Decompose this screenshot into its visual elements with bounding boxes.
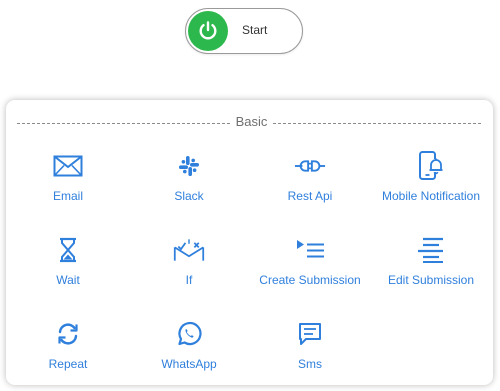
list-play-icon <box>294 234 326 266</box>
mobile-bell-icon <box>415 150 447 182</box>
tool-label: Rest Api <box>287 189 333 203</box>
tool-label: Wait <box>56 273 80 287</box>
tool-label: Repeat <box>48 357 88 371</box>
section-divider-left <box>17 123 230 124</box>
tool-create-submission[interactable]: Create Submission <box>248 234 372 300</box>
section-divider-right <box>273 123 481 124</box>
tool-mobile-notification[interactable]: Mobile Notification <box>369 150 493 216</box>
section-title: Basic <box>235 114 268 129</box>
tool-sms[interactable]: Sms <box>248 318 372 384</box>
tool-label: Slack <box>174 189 204 203</box>
tool-rest-api[interactable]: Rest Api <box>248 150 372 216</box>
align-edit-icon <box>415 234 447 266</box>
branch-icon <box>173 234 205 266</box>
hourglass-icon <box>52 234 84 266</box>
whatsapp-icon <box>173 318 205 350</box>
repeat-icon <box>52 318 84 350</box>
tool-label: Edit Submission <box>387 273 475 287</box>
tool-slack[interactable]: Slack <box>127 150 251 216</box>
tool-label: WhatsApp <box>161 357 217 371</box>
slack-icon <box>173 150 205 182</box>
tool-repeat[interactable]: Repeat <box>6 318 130 384</box>
start-power-button[interactable] <box>188 11 228 51</box>
start-label: Start <box>242 23 268 37</box>
basic-tools-panel: Basic Email Slack Rest Api Mobile Notifi… <box>6 100 493 385</box>
tool-whatsapp[interactable]: WhatsApp <box>127 318 251 384</box>
plug-icon <box>294 150 326 182</box>
tool-email[interactable]: Email <box>6 150 130 216</box>
tool-wait[interactable]: Wait <box>6 234 130 300</box>
tool-label: Create Submission <box>259 273 361 287</box>
start-node[interactable]: Start <box>185 8 303 54</box>
tool-edit-submission[interactable]: Edit Submission <box>369 234 493 300</box>
tool-label: Sms <box>298 357 322 371</box>
power-icon <box>199 21 217 40</box>
tool-label: Email <box>52 189 83 203</box>
tool-if[interactable]: If <box>127 234 251 300</box>
tool-label: Mobile Notification <box>381 189 481 203</box>
envelope-icon <box>52 150 84 182</box>
sms-icon <box>294 318 326 350</box>
tool-label: If <box>185 273 193 287</box>
